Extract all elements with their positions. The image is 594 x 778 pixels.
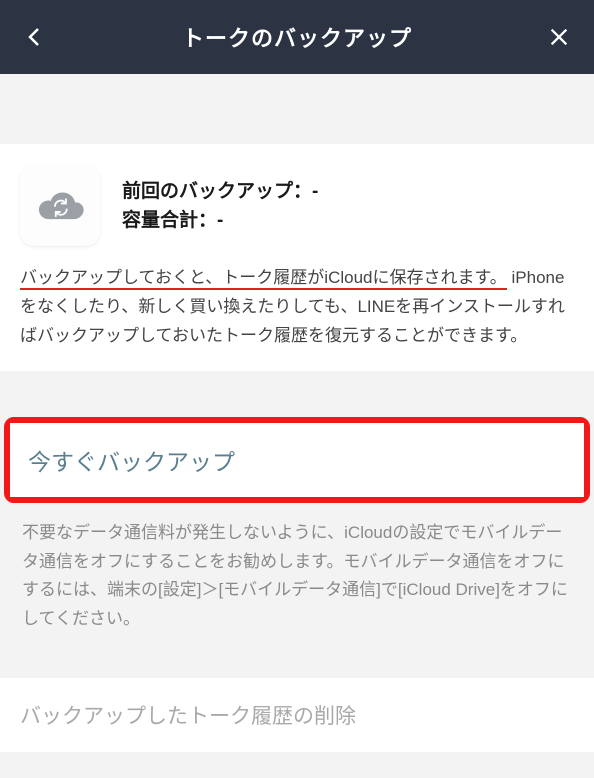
chevron-left-icon <box>23 25 47 49</box>
spacer <box>0 74 594 144</box>
info-highlight: バックアップしておくと、トーク履歴がiCloudに保存されます。 <box>20 268 507 290</box>
backup-note: 不要なデータ通信料が発生しないように、iCloudの設定でモバイルデータ通信をオ… <box>0 503 594 635</box>
info-description: バックアップしておくと、トーク履歴がiCloudに保存されます。 iPhoneを… <box>20 264 574 351</box>
backup-section: 今すぐバックアップ 不要なデータ通信料が発生しないように、iCloudの設定でモ… <box>0 417 594 635</box>
delete-backup-button[interactable]: バックアップしたトーク履歴の削除 <box>0 678 594 752</box>
backup-button-highlight: 今すぐバックアップ <box>4 417 590 503</box>
last-backup-line: 前回のバックアップ：- <box>122 177 318 206</box>
navbar: トークのバックアップ <box>0 0 594 74</box>
backup-now-button[interactable]: 今すぐバックアップ <box>10 423 584 497</box>
backup-info-card: 前回のバックアップ：- 容量合計：- バックアップしておくと、トーク履歴がiCl… <box>0 144 594 371</box>
backup-status: 前回のバックアップ：- 容量合計：- <box>122 177 318 236</box>
close-icon <box>548 26 570 48</box>
close-button[interactable] <box>542 20 576 54</box>
screen: トークのバックアップ 前回のバックアップ：- 容量合計 <box>0 0 594 778</box>
back-button[interactable] <box>18 20 52 54</box>
cloud-sync-icon <box>20 166 100 246</box>
total-size-line: 容量合計：- <box>122 206 318 235</box>
page-title: トークのバックアップ <box>182 21 412 53</box>
info-header: 前回のバックアップ：- 容量合計：- <box>20 166 574 246</box>
delete-section: バックアップしたトーク履歴の削除 <box>0 678 594 752</box>
